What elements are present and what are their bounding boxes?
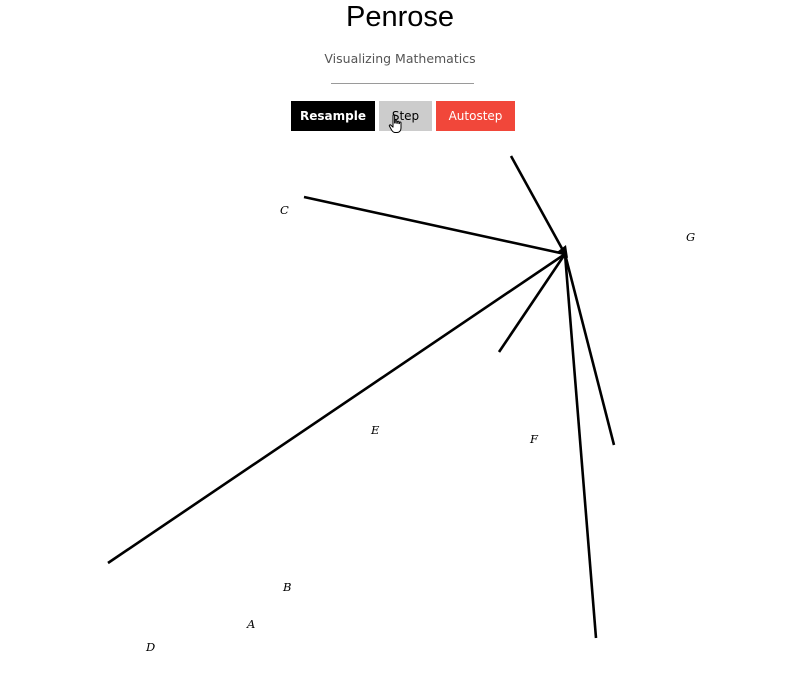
point-label-d: D — [145, 640, 155, 654]
point-label-e: E — [370, 423, 380, 437]
vector-line — [509, 155, 567, 255]
arrowhead-marker — [557, 245, 568, 258]
vector-line — [563, 253, 616, 446]
vector-line — [303, 195, 566, 256]
point-label-b: B — [282, 580, 291, 594]
point-label-f: F — [529, 432, 539, 446]
header-divider — [331, 83, 474, 84]
page-title: Penrose — [345, 1, 454, 33]
vector-line — [107, 252, 566, 565]
step-button[interactable]: Step — [379, 101, 432, 131]
vector-line — [497, 253, 567, 353]
autostep-button[interactable]: Autostep — [436, 101, 515, 131]
vector-line — [563, 253, 598, 639]
resample-button[interactable]: Resample — [291, 101, 375, 131]
point-label-c: C — [280, 203, 289, 217]
toolbar: Resample Step Autostep — [291, 101, 515, 131]
page-subtitle: Visualizing Mathematics — [324, 51, 476, 66]
point-label-g: G — [686, 230, 695, 244]
point-label-a: A — [246, 617, 255, 631]
